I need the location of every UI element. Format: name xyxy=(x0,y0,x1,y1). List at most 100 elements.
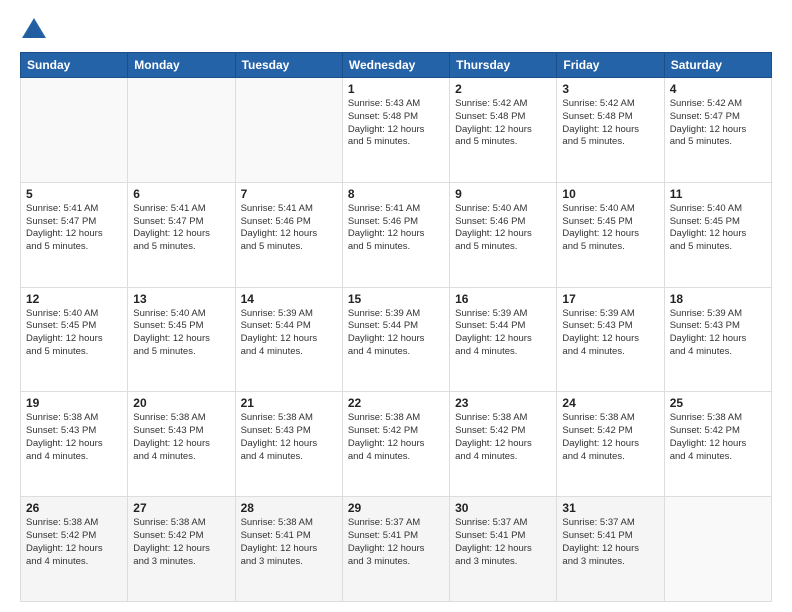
cell-content: Sunrise: 5:38 AMSunset: 5:42 PMDaylight:… xyxy=(133,517,229,568)
day-number: 20 xyxy=(133,396,229,410)
day-header-thursday: Thursday xyxy=(450,53,557,78)
day-header-wednesday: Wednesday xyxy=(342,53,449,78)
cell-content: Sunrise: 5:41 AMSunset: 5:47 PMDaylight:… xyxy=(133,203,229,254)
calendar-cell: 22 Sunrise: 5:38 AMSunset: 5:42 PMDayligh… xyxy=(342,392,449,497)
calendar-cell: 18Sunrise: 5:39 AMSunset: 5:43 PMDayligh… xyxy=(664,287,771,392)
calendar-week-2: 5 Sunrise: 5:41 AMSunset: 5:47 PMDaylight… xyxy=(21,182,772,287)
calendar-cell xyxy=(128,78,235,183)
day-header-saturday: Saturday xyxy=(664,53,771,78)
day-header-monday: Monday xyxy=(128,53,235,78)
calendar-cell xyxy=(235,78,342,183)
cell-content: Sunrise: 5:42 AMSunset: 5:47 PMDaylight:… xyxy=(670,98,766,149)
day-number: 29 xyxy=(348,501,444,515)
day-number: 1 xyxy=(348,82,444,96)
calendar-cell: 7 Sunrise: 5:41 AMSunset: 5:46 PMDaylight… xyxy=(235,182,342,287)
cell-content: Sunrise: 5:38 AMSunset: 5:43 PMDaylight:… xyxy=(241,412,337,463)
day-number: 3 xyxy=(562,82,658,96)
day-number: 15 xyxy=(348,292,444,306)
cell-content: Sunrise: 5:42 AMSunset: 5:48 PMDaylight:… xyxy=(455,98,551,149)
calendar-week-1: 1 Sunrise: 5:43 AMSunset: 5:48 PMDaylight… xyxy=(21,78,772,183)
cell-content: Sunrise: 5:39 AMSunset: 5:44 PMDaylight:… xyxy=(241,308,337,359)
day-number: 5 xyxy=(26,187,122,201)
calendar-cell: 15 Sunrise: 5:39 AMSunset: 5:44 PMDayligh… xyxy=(342,287,449,392)
day-number: 25 xyxy=(670,396,766,410)
day-number: 8 xyxy=(348,187,444,201)
calendar-cell: 10 Sunrise: 5:40 AMSunset: 5:45 PMDayligh… xyxy=(557,182,664,287)
calendar-week-3: 12 Sunrise: 5:40 AMSunset: 5:45 PMDayligh… xyxy=(21,287,772,392)
cell-content: Sunrise: 5:38 AMSunset: 5:41 PMDaylight:… xyxy=(241,517,337,568)
calendar-cell: 5 Sunrise: 5:41 AMSunset: 5:47 PMDaylight… xyxy=(21,182,128,287)
cell-content: Sunrise: 5:37 AMSunset: 5:41 PMDaylight:… xyxy=(348,517,444,568)
calendar-cell: 12 Sunrise: 5:40 AMSunset: 5:45 PMDayligh… xyxy=(21,287,128,392)
calendar-cell: 6 Sunrise: 5:41 AMSunset: 5:47 PMDaylight… xyxy=(128,182,235,287)
cell-content: Sunrise: 5:40 AMSunset: 5:45 PMDaylight:… xyxy=(562,203,658,254)
calendar-cell: 3 Sunrise: 5:42 AMSunset: 5:48 PMDaylight… xyxy=(557,78,664,183)
calendar-week-5: 26 Sunrise: 5:38 AMSunset: 5:42 PMDayligh… xyxy=(21,497,772,602)
calendar-cell: 14 Sunrise: 5:39 AMSunset: 5:44 PMDayligh… xyxy=(235,287,342,392)
day-number: 14 xyxy=(241,292,337,306)
cell-content: Sunrise: 5:37 AMSunset: 5:41 PMDaylight:… xyxy=(455,517,551,568)
cell-content: Sunrise: 5:41 AMSunset: 5:46 PMDaylight:… xyxy=(241,203,337,254)
day-number: 24 xyxy=(562,396,658,410)
day-number: 13 xyxy=(133,292,229,306)
calendar-cell xyxy=(21,78,128,183)
calendar-cell: 1 Sunrise: 5:43 AMSunset: 5:48 PMDaylight… xyxy=(342,78,449,183)
day-number: 22 xyxy=(348,396,444,410)
day-number: 12 xyxy=(26,292,122,306)
day-number: 17 xyxy=(562,292,658,306)
calendar-cell: 26 Sunrise: 5:38 AMSunset: 5:42 PMDayligh… xyxy=(21,497,128,602)
calendar-cell: 21 Sunrise: 5:38 AMSunset: 5:43 PMDayligh… xyxy=(235,392,342,497)
calendar-cell: 23 Sunrise: 5:38 AMSunset: 5:42 PMDayligh… xyxy=(450,392,557,497)
cell-content: Sunrise: 5:40 AMSunset: 5:45 PMDaylight:… xyxy=(670,203,766,254)
calendar-cell: 30 Sunrise: 5:37 AMSunset: 5:41 PMDayligh… xyxy=(450,497,557,602)
day-number: 10 xyxy=(562,187,658,201)
day-number: 28 xyxy=(241,501,337,515)
day-number: 31 xyxy=(562,501,658,515)
cell-content: Sunrise: 5:39 AMSunset: 5:44 PMDaylight:… xyxy=(348,308,444,359)
day-number: 9 xyxy=(455,187,551,201)
cell-content: Sunrise: 5:38 AMSunset: 5:42 PMDaylight:… xyxy=(455,412,551,463)
day-number: 26 xyxy=(26,501,122,515)
calendar-cell: 27 Sunrise: 5:38 AMSunset: 5:42 PMDayligh… xyxy=(128,497,235,602)
cell-content: Sunrise: 5:40 AMSunset: 5:45 PMDaylight:… xyxy=(26,308,122,359)
day-number: 11 xyxy=(670,187,766,201)
cell-content: Sunrise: 5:42 AMSunset: 5:48 PMDaylight:… xyxy=(562,98,658,149)
calendar-cell: 16Sunrise: 5:39 AMSunset: 5:44 PMDayligh… xyxy=(450,287,557,392)
logo-icon xyxy=(20,16,48,44)
cell-content: Sunrise: 5:39 AMSunset: 5:43 PMDaylight:… xyxy=(670,308,766,359)
cell-content: Sunrise: 5:38 AMSunset: 5:42 PMDaylight:… xyxy=(348,412,444,463)
header xyxy=(20,16,772,44)
calendar-cell: 4 Sunrise: 5:42 AMSunset: 5:47 PMDaylight… xyxy=(664,78,771,183)
calendar-cell: 17Sunrise: 5:39 AMSunset: 5:43 PMDayligh… xyxy=(557,287,664,392)
day-number: 30 xyxy=(455,501,551,515)
calendar-cell: 29 Sunrise: 5:37 AMSunset: 5:41 PMDayligh… xyxy=(342,497,449,602)
day-number: 4 xyxy=(670,82,766,96)
calendar-cell: 20 Sunrise: 5:38 AMSunset: 5:43 PMDayligh… xyxy=(128,392,235,497)
calendar-cell: 2Sunrise: 5:42 AMSunset: 5:48 PMDaylight… xyxy=(450,78,557,183)
cell-content: Sunrise: 5:40 AMSunset: 5:46 PMDaylight:… xyxy=(455,203,551,254)
calendar-cell: 28 Sunrise: 5:38 AMSunset: 5:41 PMDayligh… xyxy=(235,497,342,602)
calendar-cell: 31Sunrise: 5:37 AMSunset: 5:41 PMDayligh… xyxy=(557,497,664,602)
day-number: 19 xyxy=(26,396,122,410)
calendar-cell: 11 Sunrise: 5:40 AMSunset: 5:45 PMDayligh… xyxy=(664,182,771,287)
day-number: 27 xyxy=(133,501,229,515)
cell-content: Sunrise: 5:38 AMSunset: 5:42 PMDaylight:… xyxy=(26,517,122,568)
calendar-cell xyxy=(664,497,771,602)
day-header-tuesday: Tuesday xyxy=(235,53,342,78)
day-header-friday: Friday xyxy=(557,53,664,78)
calendar-cell: 24Sunrise: 5:38 AMSunset: 5:42 PMDayligh… xyxy=(557,392,664,497)
day-header-sunday: Sunday xyxy=(21,53,128,78)
calendar-header-row: SundayMondayTuesdayWednesdayThursdayFrid… xyxy=(21,53,772,78)
day-number: 6 xyxy=(133,187,229,201)
cell-content: Sunrise: 5:41 AMSunset: 5:46 PMDaylight:… xyxy=(348,203,444,254)
cell-content: Sunrise: 5:38 AMSunset: 5:43 PMDaylight:… xyxy=(133,412,229,463)
day-number: 23 xyxy=(455,396,551,410)
day-number: 21 xyxy=(241,396,337,410)
calendar-week-4: 19 Sunrise: 5:38 AMSunset: 5:43 PMDayligh… xyxy=(21,392,772,497)
cell-content: Sunrise: 5:39 AMSunset: 5:44 PMDaylight:… xyxy=(455,308,551,359)
cell-content: Sunrise: 5:43 AMSunset: 5:48 PMDaylight:… xyxy=(348,98,444,149)
day-number: 7 xyxy=(241,187,337,201)
cell-content: Sunrise: 5:41 AMSunset: 5:47 PMDaylight:… xyxy=(26,203,122,254)
calendar-cell: 8 Sunrise: 5:41 AMSunset: 5:46 PMDaylight… xyxy=(342,182,449,287)
calendar-cell: 25Sunrise: 5:38 AMSunset: 5:42 PMDayligh… xyxy=(664,392,771,497)
